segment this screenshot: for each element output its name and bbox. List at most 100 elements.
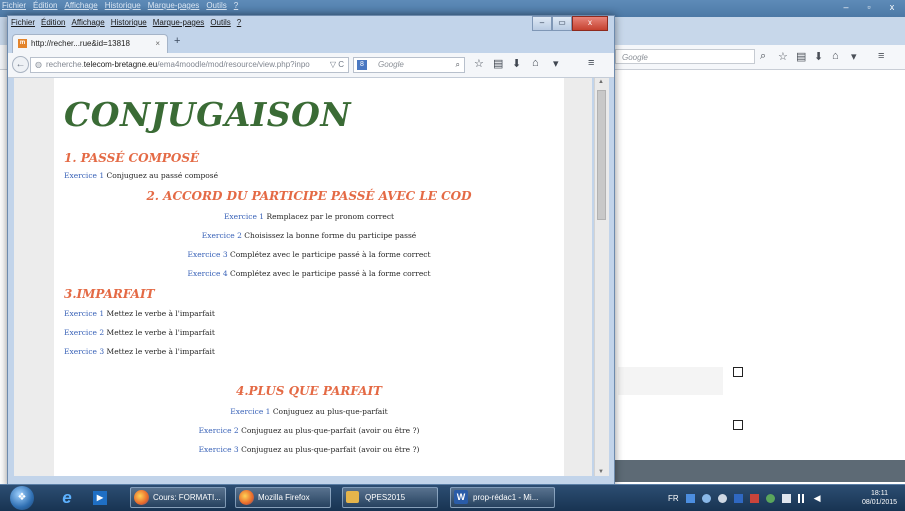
exercise-line: Exercice 1 Conjuguez au passé composé <box>64 171 218 180</box>
bookmark-star-icon[interactable]: ☆ <box>474 57 484 70</box>
exercise-line: Exercice 2 Conjuguez au plus-que-parfait… <box>54 426 564 435</box>
tray-security-icon[interactable] <box>749 493 759 503</box>
close-button[interactable]: x <box>572 16 608 31</box>
taskbar-button-label: Cours: FORMATI... <box>153 493 221 502</box>
exercise-link[interactable]: Exercice 1 <box>64 171 104 180</box>
taskbar-button-firefox[interactable]: Mozilla Firefox <box>235 487 331 508</box>
start-button[interactable]: ❖ <box>10 486 34 510</box>
bg-checkbox-1[interactable] <box>733 367 743 377</box>
bg-reading-list-icon[interactable]: ▤ <box>796 50 806 63</box>
exercise-link[interactable]: Exercice 1 <box>224 212 264 221</box>
scrollbar-thumb[interactable] <box>597 90 606 220</box>
exercise-link[interactable]: Exercice 2 <box>64 328 104 337</box>
menu-marque-pages[interactable]: Marque-pages <box>153 16 205 30</box>
volume-icon[interactable]: ◀ <box>814 493 821 504</box>
exercise-link[interactable]: Exercice 1 <box>230 407 270 416</box>
exercise-link[interactable]: Exercice 3 <box>187 250 227 259</box>
bg-home-icon[interactable]: ⌂ <box>832 50 839 62</box>
bg-search-icon[interactable]: ⌕ <box>760 50 766 63</box>
tab-close-icon[interactable]: × <box>155 35 160 53</box>
exercise-link[interactable]: Exercice 1 <box>64 309 104 318</box>
window-controls: – ▭ x <box>532 16 608 31</box>
bg-menu-help[interactable]: ? <box>234 1 238 10</box>
menu-hamburger-icon[interactable]: ≡ <box>588 57 594 69</box>
language-indicator[interactable]: FR <box>668 494 679 503</box>
url-prefix: recherche. <box>46 60 84 69</box>
exercise-line: Exercice 3 Mettez le verbe à l'imparfait <box>64 347 215 356</box>
bg-maximize-button[interactable]: ▫ <box>858 1 880 14</box>
bg-close-button[interactable]: x <box>881 1 903 14</box>
site-identity-icon[interactable]: ◍ <box>35 58 42 72</box>
back-arrow-icon[interactable]: ← <box>12 56 29 73</box>
bg-checkbox-2[interactable] <box>733 420 743 430</box>
extension-icon[interactable]: ▾ <box>553 57 559 70</box>
tray-device-icon[interactable] <box>781 493 791 503</box>
page-title: CONJUGAISON <box>64 95 352 134</box>
new-tab-button[interactable]: + <box>174 35 180 47</box>
exercise-link[interactable]: Exercice 3 <box>64 347 104 356</box>
taskbar-button-folder[interactable]: QPES2015 <box>342 487 438 508</box>
search-input[interactable]: 8 Google ⌕ <box>353 57 465 73</box>
tray-network-app-icon[interactable] <box>701 493 711 503</box>
bg-menu-fichier[interactable]: Fichier <box>2 1 26 10</box>
exercise-text: Conjuguez au plus-que-parfait (avoir ou … <box>241 426 420 435</box>
section-heading-imparfait: 3.IMPARFAIT <box>64 287 155 301</box>
scroll-up-arrow-icon[interactable]: ▲ <box>598 79 604 85</box>
media-player-icon[interactable]: ▶ <box>93 491 107 505</box>
exercise-link[interactable]: Exercice 2 <box>202 231 242 240</box>
url-bar[interactable]: ◍ recherche.telecom-bretagne.eu/ema4moodl… <box>30 57 349 73</box>
section-heading-accord-participe: 2. ACCORD DU PARTICIPE PASSÉ AVEC LE COD <box>146 189 472 203</box>
download-icon[interactable]: ⬇ <box>512 57 521 70</box>
vertical-scrollbar[interactable]: ▲ ▼ <box>594 78 609 476</box>
menu-help[interactable]: ? <box>237 16 241 30</box>
minimize-button[interactable]: – <box>532 16 552 31</box>
exercise-link[interactable]: Exercice 2 <box>199 426 239 435</box>
bg-menu-affichage[interactable]: Affichage <box>64 1 97 10</box>
internet-explorer-icon[interactable]: e <box>56 488 78 508</box>
menu-edition[interactable]: Édition <box>41 16 65 30</box>
tray-sync-icon[interactable] <box>765 493 775 503</box>
taskbar-button-word[interactable]: W prop-rédac1 - Mi... <box>450 487 555 508</box>
section-heading-plus-que-parfait: 4.PLUS QUE PARFAIT <box>236 384 382 398</box>
bg-search-input[interactable]: Google <box>615 49 755 64</box>
tray-settings-icon[interactable] <box>717 493 727 503</box>
exercise-text: Conjuguez au plus-que-parfait (avoir ou … <box>241 445 420 454</box>
scroll-down-arrow-icon[interactable]: ▼ <box>598 469 604 475</box>
tab-label: http://recher...rue&id=13818 <box>31 39 130 48</box>
tab-strip: m http://recher...rue&id=13818 × + <box>8 30 614 53</box>
bg-menu-historique[interactable]: Historique <box>105 1 141 10</box>
menu-affichage[interactable]: Affichage <box>71 16 104 30</box>
bg-minimize-button[interactable]: – <box>835 1 857 14</box>
menu-outils[interactable]: Outils <box>210 16 230 30</box>
search-engine-icon[interactable]: 8 <box>357 60 367 70</box>
windows-taskbar: ❖ e ▶ Cours: FORMATI... Mozilla Firefox … <box>0 484 905 511</box>
exercise-text: Mettez le verbe à l'imparfait <box>106 328 215 337</box>
menu-historique[interactable]: Historique <box>111 16 147 30</box>
bg-menu-marque-pages[interactable]: Marque-pages <box>148 1 200 10</box>
bg-menu-edition[interactable]: Édition <box>33 1 57 10</box>
exercise-link[interactable]: Exercice 4 <box>187 269 227 278</box>
tray-flag-icon[interactable] <box>733 493 743 503</box>
bg-download-icon[interactable]: ⬇ <box>814 50 823 63</box>
tray-app-icon[interactable] <box>685 493 695 503</box>
system-tray: FR ◀ <box>668 485 821 511</box>
taskbar-button-cours[interactable]: Cours: FORMATI... <box>130 487 226 508</box>
url-dropdown-reload-icon[interactable]: ▽ C <box>326 58 344 72</box>
exercise-text: Complétez avec le participe passé à la f… <box>230 269 431 278</box>
maximize-button[interactable]: ▭ <box>552 16 572 31</box>
bg-extension-icon[interactable]: ▾ <box>851 50 857 63</box>
exercise-text: Mettez le verbe à l'imparfait <box>106 347 215 356</box>
search-icon[interactable]: ⌕ <box>456 58 460 72</box>
home-icon[interactable]: ⌂ <box>532 57 539 69</box>
bg-menu-outils[interactable]: Outils <box>206 1 226 10</box>
bg-menu-hamburger-icon[interactable]: ≡ <box>878 50 884 62</box>
bg-bookmark-star-icon[interactable]: ☆ <box>778 50 788 63</box>
clock[interactable]: 18:11 08/01/2015 <box>862 489 897 507</box>
tab-active[interactable]: m http://recher...rue&id=13818 × <box>12 34 168 53</box>
exercise-link[interactable]: Exercice 3 <box>199 445 239 454</box>
reading-list-icon[interactable]: ▤ <box>493 57 503 70</box>
exercise-line: Exercice 1 Remplacez par le pronom corre… <box>54 212 564 221</box>
menu-fichier[interactable]: Fichier <box>11 16 35 30</box>
exercise-text: Choisissez la bonne forme du participe p… <box>244 231 417 240</box>
network-signal-icon[interactable] <box>797 493 807 503</box>
